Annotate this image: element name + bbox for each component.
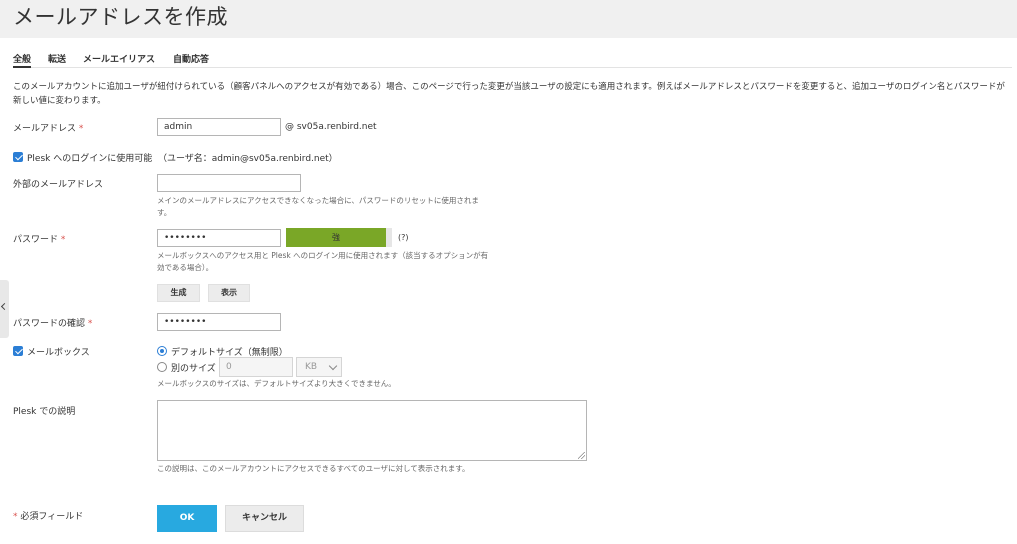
page-title: メールアドレスを作成 [13, 5, 228, 29]
password-hint: メールボックスへのアクセス用と Plesk へのログイン用に使用されます（該当す… [157, 251, 489, 272]
mailbox-size-unit-select[interactable]: KB [296, 357, 342, 377]
external-email-hint: メインのメールアドレスにアクセスできなくなった場合に、パスワードのリセットに使用… [157, 196, 479, 217]
other-size-radio[interactable] [157, 362, 167, 372]
plesk-login-label: Plesk へのログインに使用可能 （ユーザ名：admin@sv05a.renb… [27, 151, 338, 164]
password-confirm-label: パスワードの確認 * [13, 316, 92, 329]
password-help-link[interactable]: (?) [398, 233, 409, 242]
description-textarea[interactable] [157, 400, 587, 461]
page-header: メールアドレスを作成 [0, 0, 1017, 38]
other-size-label: 別のサイズ [171, 364, 216, 374]
tab-bar: 全般 転送 メールエイリアス 自動応答 [13, 52, 1012, 68]
mailbox-hint: メールボックスのサイズは、デフォルトサイズより大きくできません。 [157, 379, 396, 388]
email-label: メールアドレス * [13, 121, 83, 134]
plesk-login-checkbox[interactable] [13, 152, 23, 162]
description-label: Plesk での説明 [13, 407, 76, 417]
tab-general[interactable]: 全般 [13, 52, 32, 68]
plesk-login-label-text: Plesk へのログインに使用可能 [27, 154, 153, 164]
password-label-text: パスワード [13, 235, 59, 245]
password-confirm-label-text: パスワードの確認 [13, 319, 86, 329]
required-mark: * [60, 235, 66, 245]
password-strength-meter: 強 [286, 228, 392, 247]
required-mark: * [78, 124, 84, 134]
email-label-text: メールアドレス [13, 124, 77, 134]
show-password-button[interactable]: 表示 [208, 284, 250, 302]
sidebar-collapse-handle[interactable] [0, 280, 9, 338]
default-size-radio[interactable] [157, 346, 167, 356]
email-field[interactable]: admin [157, 118, 281, 136]
password-field[interactable]: •••••••• [157, 229, 281, 247]
password-strength-label: 強 [332, 233, 340, 242]
chevron-down-icon [328, 361, 338, 371]
external-email-label: 外部のメールアドレス [13, 180, 104, 190]
mailbox-size-unit: KB [305, 362, 318, 372]
resize-grip-icon[interactable] [578, 452, 585, 459]
chevron-left-icon [0, 302, 9, 311]
mailbox-checkbox[interactable] [13, 346, 23, 356]
tab-mail-aliases[interactable]: メールエイリアス [83, 52, 155, 68]
required-mark: * [13, 512, 18, 522]
cancel-button[interactable]: キャンセル [225, 505, 304, 532]
generate-password-button[interactable]: 生成 [157, 284, 200, 302]
mailbox-size-field[interactable]: 0 [219, 357, 293, 377]
external-email-field[interactable] [157, 174, 301, 192]
required-mark: * [87, 319, 93, 329]
required-fields-note: * 必須フィールド [13, 509, 83, 522]
intro-text: このメールアカウントに追加ユーザが紐付けられている（顧客パネルへのアクセスが有効… [13, 82, 1005, 106]
required-fields-text: 必須フィールド [20, 512, 84, 522]
password-label: パスワード * [13, 232, 65, 245]
ok-button[interactable]: OK [157, 505, 217, 532]
tab-forwarding[interactable]: 転送 [48, 52, 66, 68]
mailbox-label: メールボックス [27, 348, 90, 358]
plesk-username-note: （ユーザ名：admin@sv05a.renbird.net） [157, 154, 338, 164]
email-domain: @ sv05a.renbird.net [285, 122, 377, 132]
tab-auto-reply[interactable]: 自動応答 [173, 52, 209, 68]
password-confirm-field[interactable]: •••••••• [157, 313, 281, 331]
description-hint: この説明は、このメールアカウントにアクセスできるすべてのユーザに対して表示されま… [157, 464, 470, 473]
